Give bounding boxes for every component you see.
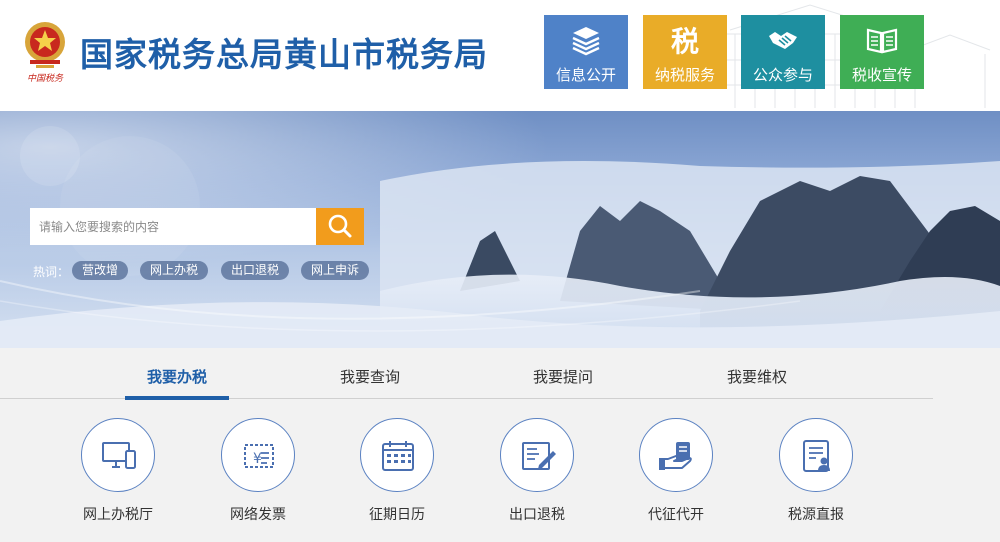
tab-ask-question[interactable]: 我要提问 [533, 366, 593, 387]
service-label: 代征代开 [648, 507, 704, 523]
service-export-rebate[interactable]: 出口退税 [487, 418, 587, 528]
active-tab-indicator [125, 396, 229, 400]
service-label: 征期日历 [369, 507, 425, 523]
nav-info-disclosure-button[interactable]: 信息公开 [544, 15, 628, 89]
hot-tag-export-rebate[interactable]: 出口退税 [221, 261, 289, 280]
svg-text:¥: ¥ [253, 451, 262, 467]
site-title: 国家税务总局黄山市税务局 [80, 35, 488, 74]
service-label: 网上办税厅 [83, 507, 153, 523]
nav-public-participation-button[interactable]: 公众参与 [741, 15, 825, 89]
nav-label: 税收宣传 [851, 66, 912, 84]
service-tabs-panel: 我要办税 我要查询 我要提问 我要维权 网上办税厅 ¥ 网络发票 征期日历 出口… [0, 348, 1000, 542]
service-label: 税源直报 [788, 507, 844, 523]
site-header: 中国税务 国家税务总局黄山市税务局 信息公开 税 纳税服务 公众参与 税收宣传 [0, 0, 1000, 111]
computer-icon [102, 442, 136, 469]
report-user-icon [803, 440, 830, 472]
hot-tag-online-tax[interactable]: 网上办税 [140, 261, 208, 280]
service-tax-calendar[interactable]: 征期日历 [347, 418, 447, 528]
open-book-icon [866, 28, 898, 54]
service-tax-source-report[interactable]: 税源直报 [766, 418, 866, 528]
nav-label: 公众参与 [752, 66, 813, 84]
document-edit-icon [522, 442, 556, 470]
nav-tax-service-button[interactable]: 税 纳税服务 [643, 15, 727, 89]
service-online-tax-hall[interactable]: 网上办税厅 [68, 418, 168, 528]
search-input[interactable] [30, 208, 316, 245]
emblem-text: 中国税务 [27, 73, 64, 84]
hot-words-label: 热词： [33, 265, 70, 279]
svg-text:税: 税 [671, 25, 699, 56]
hand-card-icon [659, 442, 692, 470]
service-online-invoice[interactable]: ¥ 网络发票 [208, 418, 308, 528]
nav-label: 信息公开 [555, 66, 616, 84]
search-button[interactable] [316, 208, 364, 245]
handshake-icon [769, 32, 797, 49]
tax-char-icon: 税 [671, 25, 699, 56]
search-icon [328, 214, 352, 238]
books-icon [572, 27, 600, 56]
hot-tag-online-appeal[interactable]: 网上申诉 [301, 261, 369, 280]
service-label: 网络发票 [230, 507, 286, 523]
tab-handle-tax[interactable]: 我要办税 [147, 366, 207, 387]
hot-tag-vat-reform[interactable]: 营改增 [72, 261, 128, 280]
tab-query[interactable]: 我要查询 [340, 366, 400, 387]
invoice-icon: ¥ [244, 444, 274, 468]
calendar-icon [382, 441, 414, 471]
service-agent-invoice[interactable]: 代征代开 [626, 418, 726, 528]
tax-emblem-logo[interactable]: 中国税务 [22, 16, 68, 86]
hero-banner: 热词： 营改增 网上办税 出口退税 网上申诉 [0, 111, 1000, 348]
nav-tax-promotion-button[interactable]: 税收宣传 [840, 15, 924, 89]
nav-label: 纳税服务 [654, 66, 715, 84]
tab-rights-protection[interactable]: 我要维权 [727, 366, 787, 387]
service-label: 出口退税 [509, 507, 565, 523]
